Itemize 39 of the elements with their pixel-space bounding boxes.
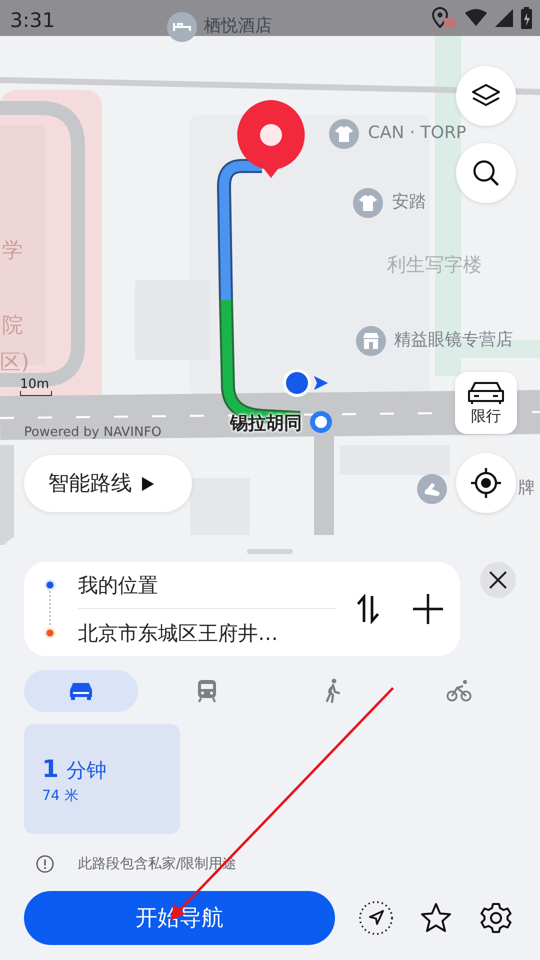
place-label: CAN · TORP	[368, 125, 466, 142]
building-label: 利生写字楼	[387, 256, 482, 275]
attribution-text: Powered by NAVINFO	[24, 426, 162, 439]
area-label: 院	[2, 315, 23, 336]
location-dot-icon	[282, 368, 330, 398]
shoe-icon	[417, 474, 447, 504]
route-dots-icon	[44, 579, 56, 639]
travel-mode-tab[interactable]	[24, 670, 138, 712]
bicycle-icon	[446, 678, 472, 704]
place-label: 精益眼镜专营店	[394, 332, 513, 349]
smart-route-button[interactable]: 智能路线	[24, 455, 192, 512]
status-time: 3:31	[10, 7, 55, 34]
signal-icon	[495, 9, 513, 27]
destination-field[interactable]: 北京市东城区王府井…	[78, 609, 336, 656]
crosshair-icon	[470, 467, 502, 499]
drag-handle[interactable]	[247, 549, 293, 554]
restriction-button[interactable]: 限行	[455, 372, 517, 434]
area-label: 学	[2, 240, 23, 261]
location-icon	[431, 6, 457, 30]
destination-pin-icon	[234, 98, 308, 180]
locate-button[interactable]	[456, 453, 516, 513]
place-label: 栖悦酒店	[204, 18, 272, 35]
wifi-icon	[465, 9, 487, 27]
info-icon	[36, 855, 54, 873]
place-label: 牌	[518, 480, 535, 497]
area-label: 区)	[0, 352, 30, 373]
search-button[interactable]	[456, 143, 516, 203]
origin-field[interactable]: 我的位置	[78, 562, 336, 609]
scale-label: 10m	[20, 378, 50, 391]
layers-button[interactable]	[456, 66, 516, 126]
start-point-icon	[309, 410, 333, 434]
route-option-card[interactable]: 1 分钟 74 米	[24, 724, 180, 834]
search-icon	[471, 158, 501, 188]
close-button[interactable]	[480, 562, 516, 598]
place-label: 安踏	[392, 194, 426, 211]
scale-bar	[20, 391, 52, 396]
battery-icon	[521, 7, 532, 29]
play-icon	[142, 476, 154, 490]
close-icon	[489, 571, 507, 589]
